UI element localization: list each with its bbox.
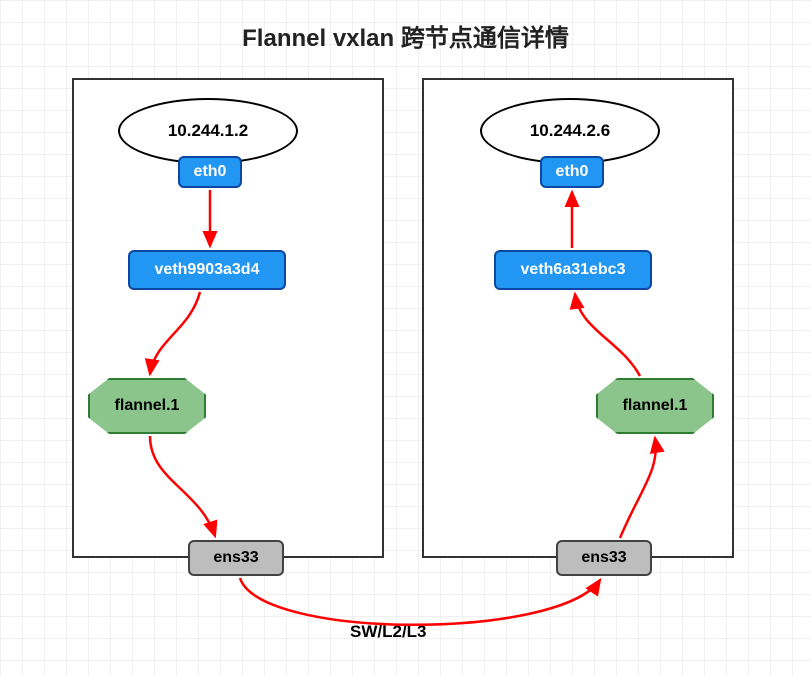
veth-right-label: veth6a31ebc3 — [521, 261, 626, 279]
ens-right-label: ens33 — [581, 549, 626, 567]
arrow-ens-to-ens — [240, 578, 600, 625]
ens-left-label: ens33 — [213, 549, 258, 567]
ens-right: ens33 — [556, 540, 652, 576]
flannel-left-label: flannel.1 — [115, 397, 180, 415]
eth-left-label: eth0 — [194, 163, 227, 181]
diagram-title: Flannel vxlan 跨节点通信详情 — [0, 18, 811, 53]
flannel-right: flannel.1 — [596, 378, 714, 434]
pod-right: 10.244.2.6 — [480, 98, 660, 164]
sw-l2-l3-label: SW/L2/L3 — [350, 622, 427, 642]
pod-right-ip: 10.244.2.6 — [530, 121, 610, 141]
flannel-right-label: flannel.1 — [623, 397, 688, 415]
veth-right: veth6a31ebc3 — [494, 250, 652, 290]
pod-left-ip: 10.244.1.2 — [168, 121, 248, 141]
veth-left: veth9903a3d4 — [128, 250, 286, 290]
eth-right: eth0 — [540, 156, 604, 188]
eth-left: eth0 — [178, 156, 242, 188]
pod-left: 10.244.1.2 — [118, 98, 298, 164]
ens-left: ens33 — [188, 540, 284, 576]
veth-left-label: veth9903a3d4 — [155, 261, 260, 279]
eth-right-label: eth0 — [556, 163, 589, 181]
flannel-left: flannel.1 — [88, 378, 206, 434]
